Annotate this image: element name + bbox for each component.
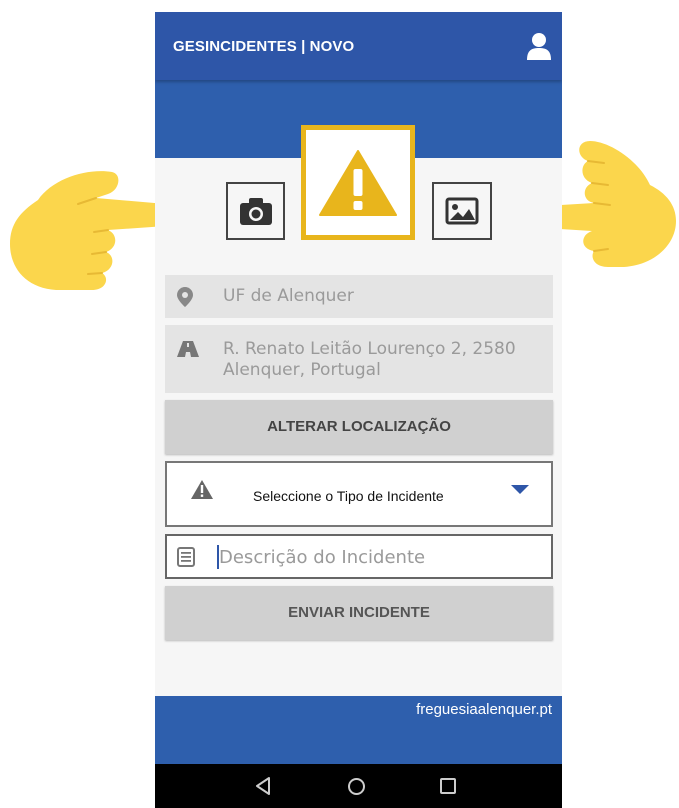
recent-apps-icon[interactable] [440,778,456,794]
entity-field: UF de Alenquer [165,275,553,318]
camera-icon [239,198,272,225]
back-icon[interactable] [255,777,271,795]
app-bar: GESINCIDENTES | NOVO [155,12,562,80]
take-photo-button[interactable] [226,182,285,240]
website-link[interactable]: freguesiaalenquer.pt [416,701,552,718]
road-icon [177,341,199,357]
dropdown-arrow-icon[interactable] [511,485,529,494]
home-icon[interactable] [348,778,365,795]
image-icon [445,197,479,225]
change-location-button[interactable]: ALTERAR LOCALIZAÇÃO [165,400,553,454]
footer: freguesiaalenquer.pt [155,696,562,764]
address-label: R. Renato Leitão Lourenço 2, 2580 Alenqu… [223,339,516,380]
description-input[interactable] [219,542,539,572]
location-pin-icon [177,287,193,307]
address-field: R. Renato Leitão Lourenço 2, 2580 Alenqu… [165,325,553,393]
incident-type-select[interactable]: Seleccione o Tipo de Incidente [165,461,553,527]
warning-small-icon [191,480,213,499]
choose-image-button[interactable] [432,182,492,240]
warning-icon [319,149,397,216]
incident-main-icon-box[interactable] [301,125,415,240]
description-field[interactable] [165,534,553,579]
entity-label: UF de Alenquer [223,286,354,306]
android-nav-bar [155,764,562,808]
incident-type-label: Seleccione o Tipo de Incidente [253,488,444,504]
phone-screen: GESINCIDENTES | NOVO UF de Alenquer R. R… [155,12,562,808]
document-icon [177,547,195,567]
app-title: GESINCIDENTES | NOVO [173,38,355,55]
send-incident-button[interactable]: ENVIAR INCIDENTE [165,586,553,640]
user-profile-icon[interactable] [526,32,552,60]
